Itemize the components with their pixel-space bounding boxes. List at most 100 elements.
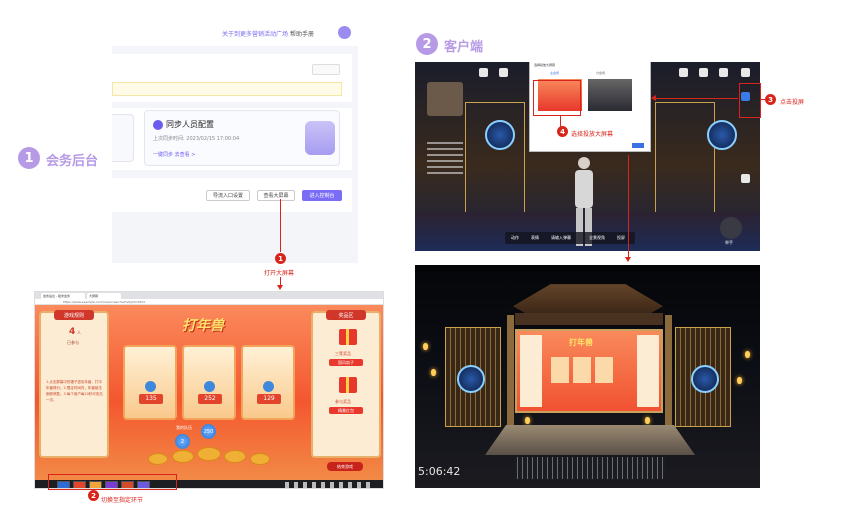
check-icon [153,120,163,130]
prize-button[interactable]: 国风扇子 [329,359,363,366]
year-beast-game: 游戏规则 4 人 已参与 1.点击屏幕中的锤子进攻年兽，打中年兽得分；2.限定时… [35,305,383,480]
raise-hand-button[interactable] [720,217,742,239]
info-panel [427,142,463,176]
portal-button[interactable] [707,120,737,150]
sync-card-area: 同步人员配置 上次同步时间: 2023/02/15 17:00:04 一键同步 … [112,108,352,170]
palace-roof [513,284,663,313]
prev-card[interactable] [112,114,134,162]
browser-tab-strip: 会务后台 - 极米会务 大屏幕 [35,292,383,299]
end-game-button[interactable]: 结束游戏 [327,462,363,471]
screen-option-thumbnail[interactable] [588,79,632,111]
vr-client-top: 举手 选择投放大屏幕 主会场 分会场 动作 表情 请输入弹幕 全景视角 投屏 [415,62,760,251]
participant-count: 4 [69,327,76,337]
prize-panel: 奖品区 三等奖品 国风扇子 参与奖品 精美红包 [311,310,381,458]
notice-bar [112,82,342,96]
stage-drum [148,453,168,465]
action-button[interactable]: 动作 [511,235,519,241]
annotation-box [739,83,761,118]
annotation-line [280,199,281,252]
video-timestamp: 5:06:42 [418,465,461,478]
projected-big-screen: 打年兽 [515,329,663,413]
gift-icon [339,329,357,345]
sync-card-time: 上次同步时间: 2023/02/15 17:00:04 [153,136,240,142]
arrow-down-icon [625,257,631,262]
stage-drum [197,447,221,461]
annotation-line [656,98,738,99]
projected-title: 打年兽 [569,338,593,347]
admin-action-bar: 导流入口设置 查看大屏幕 进入控制台 [112,178,352,212]
toolbar-icon[interactable] [479,68,488,77]
toolbar-icon[interactable] [679,68,688,77]
annotation-box [48,474,177,490]
lantern [431,369,436,376]
cast-button[interactable]: 投屏 [617,235,625,241]
player-bubble-icon [263,381,274,392]
help-manual-link[interactable]: 帮助手册 [290,29,314,38]
beast-score: 135 [139,394,163,404]
section-title-client: 客户端 [444,40,484,55]
lantern [423,343,428,350]
toolbar-icon[interactable] [741,174,750,183]
toolbar-icon[interactable] [741,68,750,77]
prize-header: 奖品区 [326,310,366,320]
confirm-button[interactable] [632,143,644,148]
vr-client-bottom: 打年兽 5:06:42 [415,265,760,488]
toolbar-icon[interactable] [499,68,508,77]
lantern [525,417,530,424]
danmaku-input[interactable]: 请输入弹幕 [551,235,571,241]
step-badge-2: 2 [88,490,99,501]
avatar[interactable] [338,26,351,39]
team-label: 我的队伍 [176,425,192,430]
prize-button[interactable]: 精美红包 [329,407,363,414]
projected-prize-panel [637,335,659,407]
vr-bottom-toolbar: 动作 表情 请输入弹幕 全景视角 投屏 [505,232,635,244]
sync-card-title: 同步人员配置 [166,120,214,129]
rules-text: 1.点击屏幕中的锤子进攻年兽，打中年兽得分；2.限定时间内，年兽被击倒即获胜；3… [46,380,103,402]
control-icons[interactable] [285,482,375,488]
prize-name: 参与奖品 [335,399,351,404]
section-number-badge: 2 [416,33,438,55]
participant-unit: 人 [77,330,81,335]
dialog-tab[interactable]: 分会场 [596,71,605,75]
projected-rules-panel [520,335,542,407]
gift-icon [339,377,357,393]
sync-card-links[interactable]: 一键同步 去查看 > [153,151,195,158]
step-text-3: 点击投屏 [780,99,805,106]
player-bubble-icon [204,381,215,392]
portal-emblem [457,365,485,393]
open-big-screen-button[interactable]: 查看大屏幕 [257,190,295,201]
arrow-left-icon [651,95,656,101]
init-button[interactable] [312,64,340,75]
arrow-down-icon [277,285,283,290]
big-screen-browser: 会务后台 - 极米会务 大屏幕 https://www.example.com/… [34,291,384,489]
step-badge-4: 4 [557,126,568,137]
panorama-button[interactable]: 全景视角 [589,235,605,241]
step-badge-1: 1 [275,253,286,264]
projected-card [573,357,591,383]
team-ball: 2 [175,434,190,449]
palace-beam [515,313,663,325]
beast-card: 129 [241,345,295,420]
portal-button[interactable] [485,120,515,150]
dialog-tab[interactable]: 主会场 [550,71,559,75]
pillar [665,315,672,425]
toolbar-icon[interactable] [719,68,728,77]
raise-hand-label: 举手 [725,240,733,245]
game-title: 打年兽 [182,318,224,334]
pillar [507,315,514,425]
emoji-button[interactable]: 表情 [531,235,539,241]
enter-console-button[interactable]: 进入控制台 [302,190,342,201]
robot-illustration-icon [305,121,335,155]
marketing-square-link[interactable]: 关于到更多营销活动广场 [222,29,288,38]
participant-label: 已参与 [67,340,79,345]
section-number-badge: 1 [18,147,40,169]
admin-backend-screenshot: 关于到更多营销活动广场 帮助手册 同步人员配置 上次同步时间: 2023/02/… [112,20,358,263]
step-text-2: 切换至指定环节 [101,497,144,504]
toolbar-icon[interactable] [699,68,708,77]
entrance-setting-button[interactable]: 导流入口设置 [206,190,250,201]
prize-name: 三等奖品 [335,351,351,356]
portal-emblem [691,365,719,393]
url-text: https://www.example.com/live/screen?acti… [63,300,145,304]
stage-drum [172,450,194,463]
step-text-1: 打开大屏幕 [264,270,295,277]
